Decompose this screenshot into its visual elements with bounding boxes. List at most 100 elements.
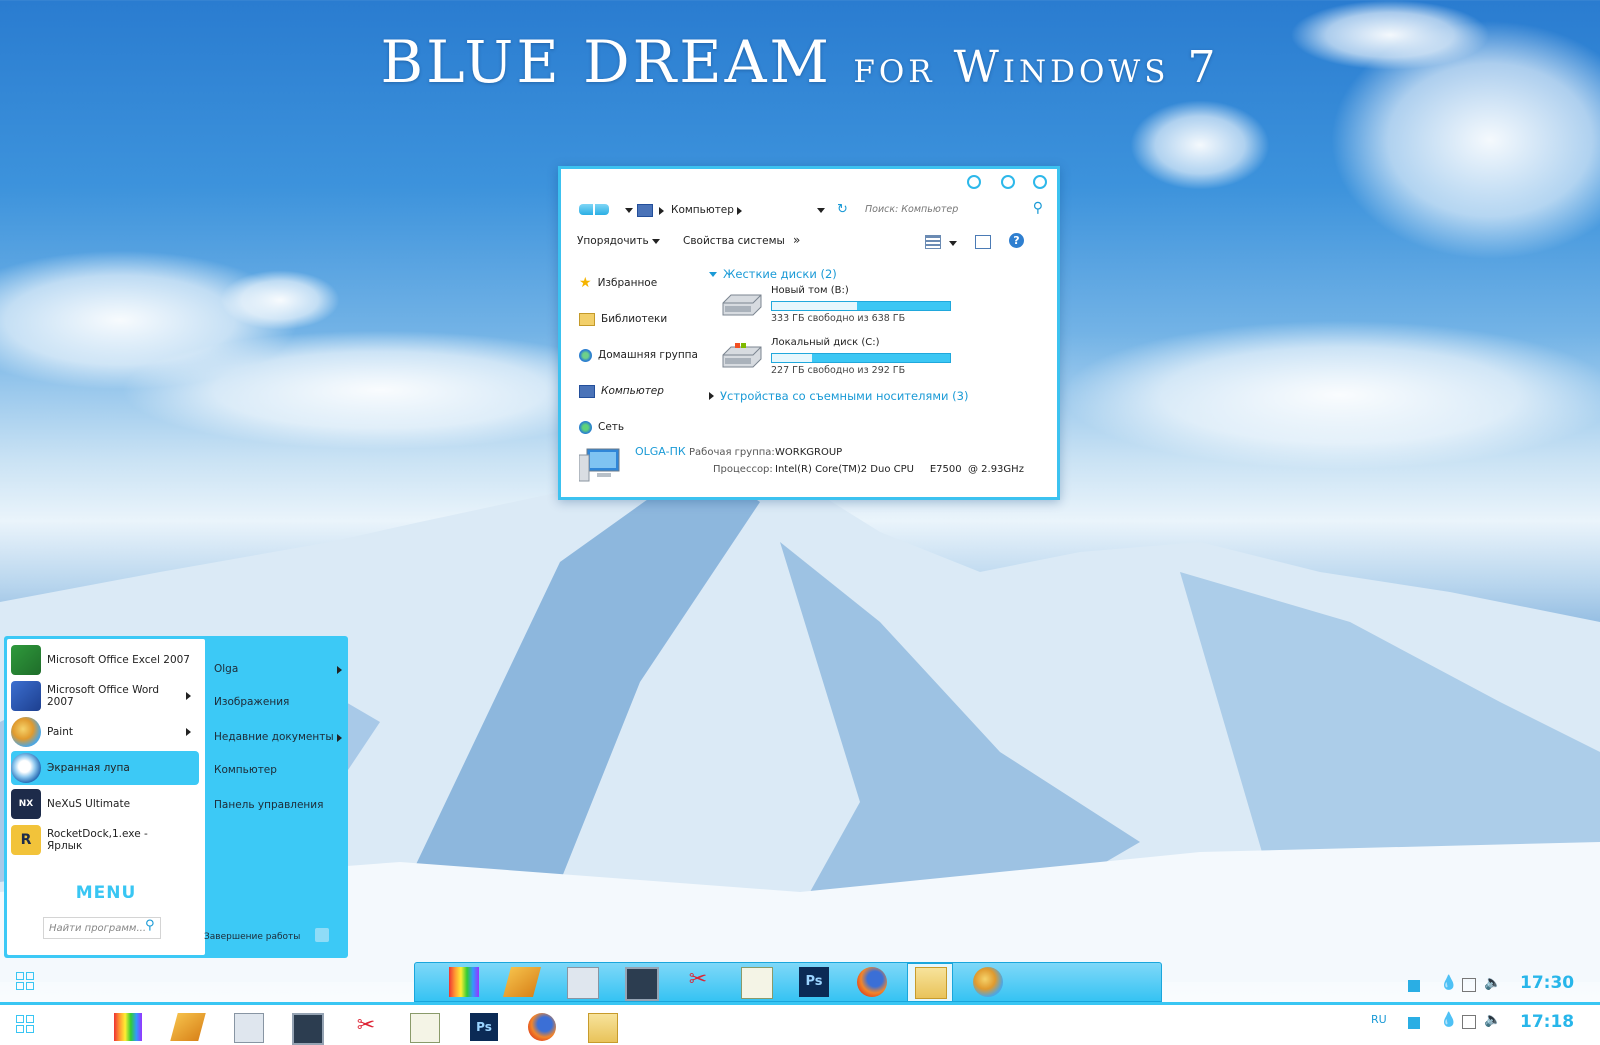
- drive-usage-fill: [772, 354, 812, 362]
- start-tile: [16, 982, 24, 990]
- program-nexus[interactable]: NX NeXuS Ultimate: [11, 787, 199, 821]
- program-search-input[interactable]: Найти программ...: [43, 917, 161, 939]
- address-dropdown-icon[interactable]: [817, 208, 825, 213]
- photoshop-icon[interactable]: Ps: [799, 967, 829, 997]
- drive-free-text: 333 ГБ свободно из 638 ГБ: [771, 313, 906, 324]
- view-options-icon[interactable]: [925, 235, 941, 249]
- photoshop-icon[interactable]: Ps: [470, 1013, 498, 1041]
- computer-icon: [579, 448, 620, 482]
- search-input[interactable]: Поиск: Компьютер: [865, 204, 958, 215]
- back-forward-buttons[interactable]: [579, 204, 609, 215]
- tray-drop-icon[interactable]: 💧: [1440, 975, 1457, 991]
- nav-item-homegroup[interactable]: Домашняя группа: [579, 337, 709, 373]
- drive-item[interactable]: Новый том (B:) 333 ГБ свободно из 638 ГБ: [721, 283, 1047, 335]
- explorer-folder-icon[interactable]: [915, 967, 947, 999]
- nav-label: Сеть: [598, 421, 625, 433]
- network-tray-icon[interactable]: [1462, 978, 1476, 992]
- scissors-icon[interactable]: ✂: [683, 967, 713, 997]
- notepad-chart-icon[interactable]: [410, 1013, 440, 1043]
- close-button[interactable]: [1033, 175, 1047, 189]
- start-tile: [16, 1015, 24, 1023]
- winamp-icon[interactable]: [170, 1013, 206, 1041]
- monitor-icon[interactable]: [625, 967, 659, 1001]
- submenu-arrow-icon: [337, 666, 342, 674]
- pc-name: OLGA-ПК: [635, 445, 686, 458]
- command-bar: Упорядочить Свойства системы » ?: [577, 233, 1047, 253]
- nav-item-favorites[interactable]: ★ Избранное: [579, 265, 709, 301]
- place-control-panel[interactable]: Панель управления: [214, 799, 342, 811]
- history-dropdown-icon[interactable]: [625, 208, 633, 213]
- breadcrumb-computer[interactable]: Компьютер: [671, 204, 734, 216]
- help-icon[interactable]: ?: [1009, 233, 1024, 248]
- paint-icon[interactable]: [973, 967, 1003, 997]
- tray-drop-icon[interactable]: 💧: [1440, 1012, 1457, 1028]
- calculator-icon[interactable]: [234, 1013, 264, 1043]
- taskbar: ✂ Ps RU 💧 🔈 17:18: [0, 1002, 1600, 1045]
- nav-item-network[interactable]: Сеть: [579, 409, 709, 445]
- magnifier-icon: [11, 753, 41, 783]
- program-excel[interactable]: Microsoft Office Excel 2007: [11, 643, 199, 677]
- start-menu-programs: Microsoft Office Excel 2007 Microsoft Of…: [7, 639, 205, 955]
- program-rocketdock[interactable]: R RocketDock,1.exe - Ярлык: [11, 823, 199, 857]
- place-pictures[interactable]: Изображения: [214, 696, 342, 708]
- refresh-icon[interactable]: ↻: [837, 202, 848, 217]
- colorbars-icon[interactable]: [114, 1013, 142, 1041]
- upper-clock[interactable]: 17:30: [1520, 973, 1574, 993]
- preview-pane-icon[interactable]: [975, 235, 991, 249]
- tray-app-icon[interactable]: [1408, 1017, 1420, 1029]
- taskbar-clock[interactable]: 17:18: [1520, 1012, 1574, 1032]
- shutdown-options-icon[interactable]: [315, 928, 329, 942]
- nav-item-libraries[interactable]: Библиотеки: [579, 301, 709, 337]
- word-icon: [11, 681, 41, 711]
- network-icon: [579, 420, 592, 434]
- cpu-value: Intel(R) Core(TM)2 Duo CPU E7500 @ 2.93G…: [775, 464, 1024, 475]
- system-properties-button[interactable]: Свойства системы: [683, 235, 785, 247]
- monitor-icon[interactable]: [292, 1013, 324, 1045]
- language-indicator[interactable]: RU: [1371, 1013, 1387, 1026]
- program-magnifier[interactable]: Экранная лупа: [11, 751, 199, 785]
- breadcrumb-separator-icon: [659, 207, 664, 215]
- star-icon: ★: [579, 275, 592, 291]
- place-recent-documents[interactable]: Недавние документы: [214, 731, 342, 743]
- start-button[interactable]: [16, 1015, 34, 1033]
- firefox-icon[interactable]: [857, 967, 887, 997]
- calculator-icon[interactable]: [567, 967, 599, 999]
- colorbars-icon[interactable]: [449, 967, 479, 997]
- network-tray-icon[interactable]: [1462, 1015, 1476, 1029]
- address-bar: Компьютер ↻ Поиск: Компьютер ⚲: [579, 200, 1047, 220]
- explorer-folder-icon[interactable]: [588, 1013, 618, 1043]
- breadcrumb-chevron-icon[interactable]: [737, 207, 742, 215]
- organize-button[interactable]: Упорядочить: [577, 235, 661, 247]
- start-button-upper[interactable]: [16, 972, 34, 990]
- rocket-dock: ✂ Ps: [414, 962, 1162, 1002]
- place-label: Изображения: [214, 696, 290, 708]
- shutdown-button[interactable]: Завершение работы: [204, 932, 300, 942]
- drive-item[interactable]: Локальный диск (C:) 227 ГБ свободно из 2…: [721, 335, 1047, 387]
- group-removable[interactable]: Устройства со съемными носителями (3): [709, 387, 1047, 405]
- view-dropdown-icon[interactable]: [949, 241, 957, 246]
- place-label: Olga: [214, 663, 239, 675]
- nav-item-computer[interactable]: Компьютер: [579, 373, 709, 409]
- paint-icon: [11, 717, 41, 747]
- tray-app-icon[interactable]: [1408, 980, 1420, 992]
- maximize-button[interactable]: [1001, 175, 1015, 189]
- volume-icon[interactable]: 🔈: [1484, 1012, 1501, 1028]
- minimize-button[interactable]: [967, 175, 981, 189]
- start-menu: Microsoft Office Excel 2007 Microsoft Of…: [4, 636, 348, 958]
- nav-label: Избранное: [597, 277, 658, 289]
- group-hard-disks[interactable]: Жесткие диски (2): [709, 265, 1047, 283]
- program-paint[interactable]: Paint: [11, 715, 199, 749]
- menu-heading: MENU: [75, 883, 137, 903]
- place-computer[interactable]: Компьютер: [214, 764, 342, 776]
- program-word[interactable]: Microsoft Office Word 2007: [11, 679, 199, 713]
- notepad-chart-icon[interactable]: [741, 967, 773, 999]
- search-icon[interactable]: ⚲: [145, 918, 155, 933]
- search-icon[interactable]: ⚲: [1033, 200, 1043, 216]
- place-user[interactable]: Olga: [214, 663, 342, 675]
- firefox-icon[interactable]: [528, 1013, 556, 1041]
- more-commands-button[interactable]: »: [793, 233, 800, 247]
- scissors-icon[interactable]: ✂: [352, 1013, 380, 1041]
- volume-icon[interactable]: 🔈: [1484, 975, 1501, 991]
- content-pane: Жесткие диски (2) Новый том (B:) 333 ГБ …: [709, 265, 1047, 405]
- winamp-icon[interactable]: [502, 967, 542, 997]
